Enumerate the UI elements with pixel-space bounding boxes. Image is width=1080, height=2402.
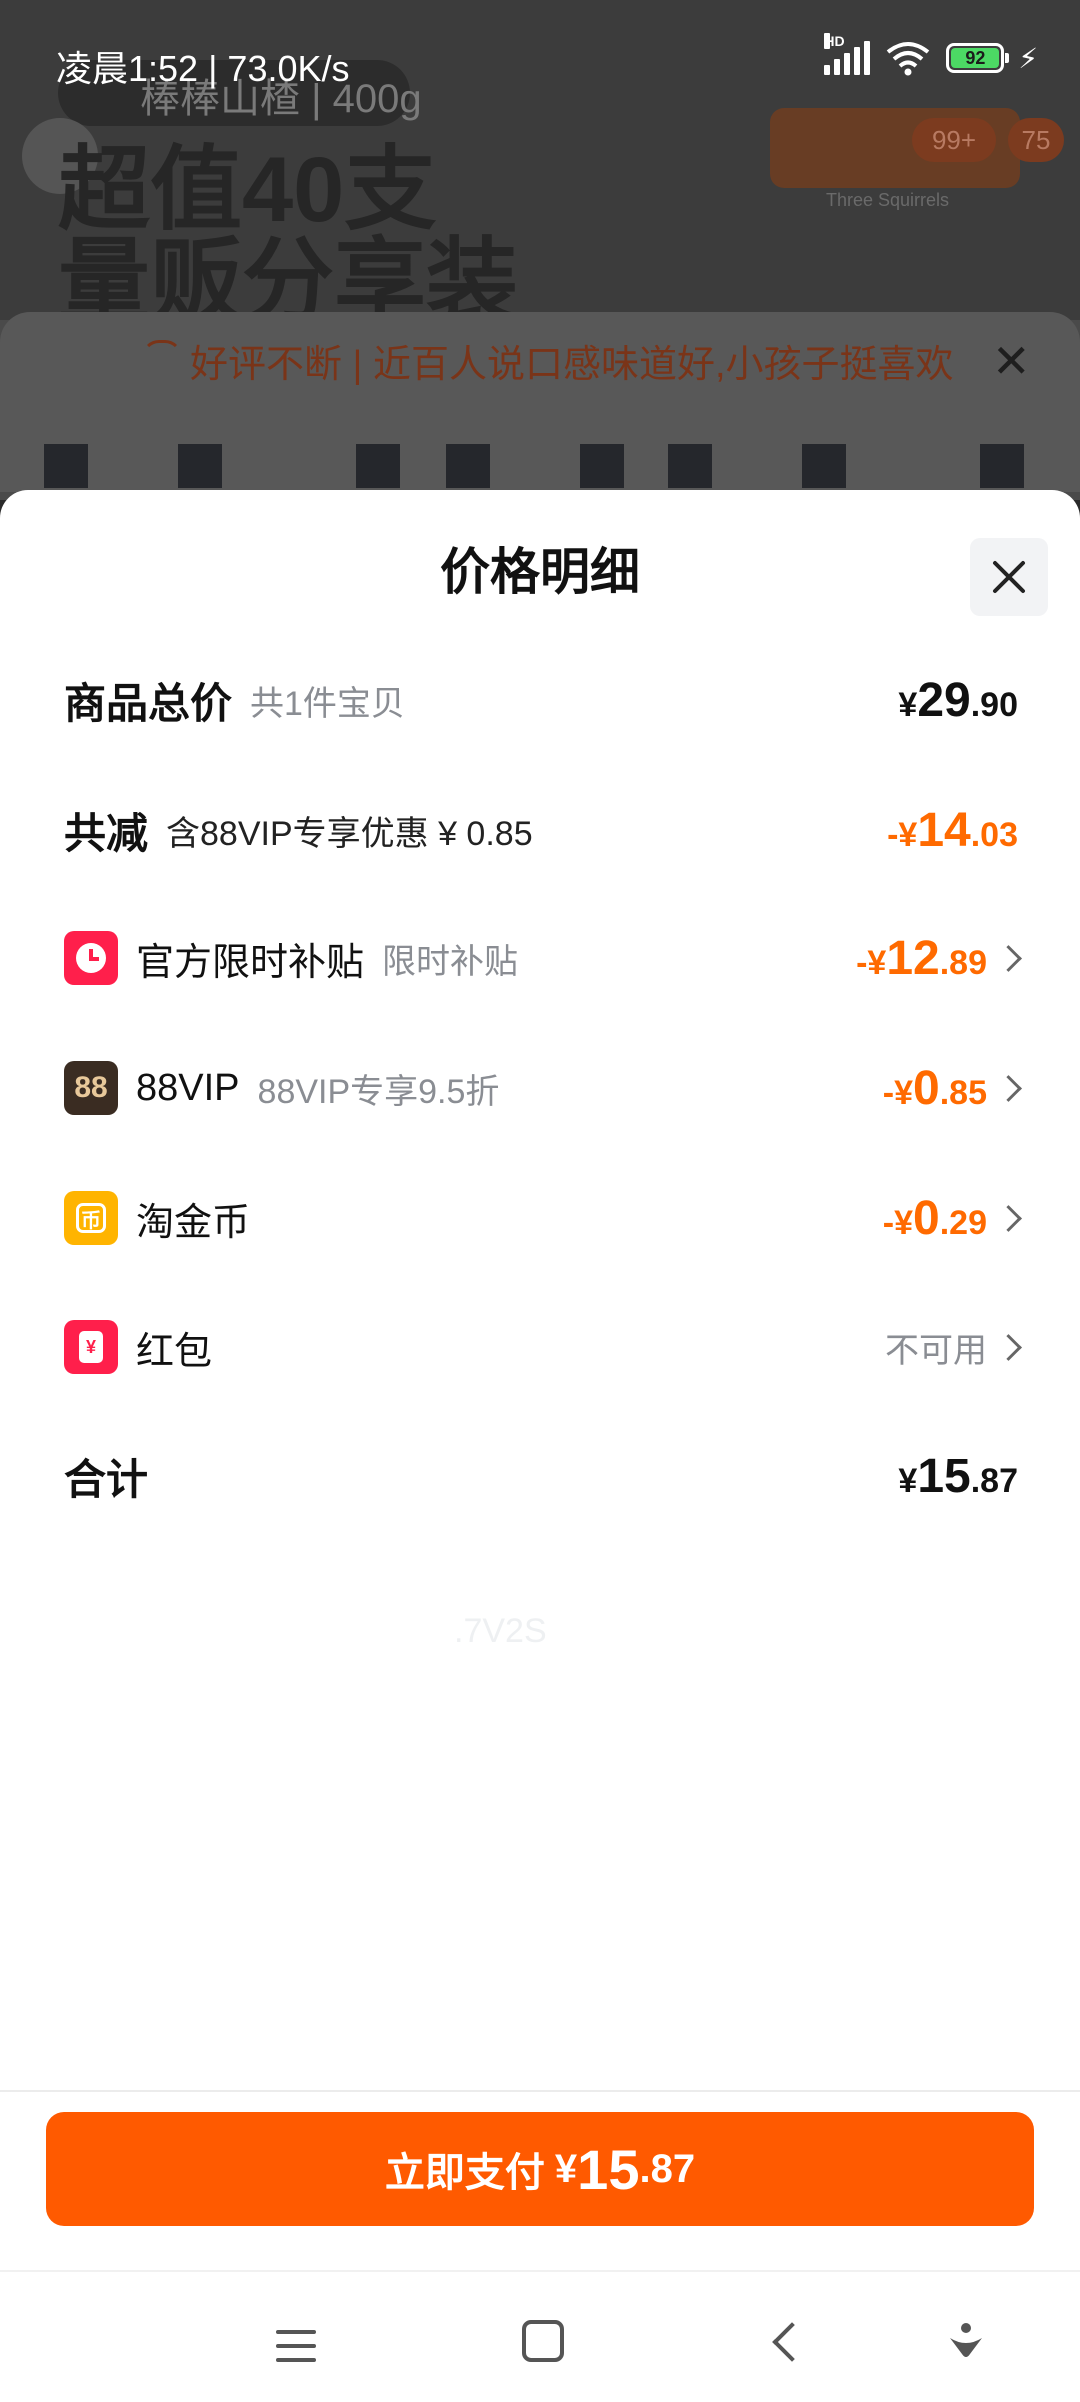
bottom-divider	[0, 2090, 1080, 2092]
signal-icon: HD	[824, 33, 871, 75]
chevron-right-icon	[995, 944, 1022, 972]
wifi-icon	[887, 42, 930, 76]
subsidy-tag: 限时补贴	[382, 942, 519, 981]
vip-amount: -¥ 0.85	[883, 1061, 1022, 1116]
red-packet-icon: ¥	[64, 1320, 118, 1374]
subsidy-amount: -¥ 12.89	[856, 931, 1022, 986]
pay-now-button[interactable]: 立即支付 ¥15.87	[46, 2112, 1034, 2226]
item-count: 共1件宝贝	[250, 684, 405, 723]
discount-note: 含88VIP专享优惠 ¥ 0.85	[166, 814, 533, 853]
brand-subtitle: Three Squirrels	[826, 190, 950, 210]
discount-total-label: 共减	[64, 809, 149, 857]
taojinbi-row[interactable]: 币 淘金币 -¥ 0.29	[64, 1178, 1022, 1258]
sum-row: 合计 ¥15.87	[64, 1436, 1018, 1516]
vip-row[interactable]: 88 88VIP 88VIP专享9.5折 -¥ 0.85	[64, 1048, 1022, 1128]
assistant-button[interactable]	[948, 2320, 984, 2360]
taojinbi-amount: -¥ 0.29	[883, 1191, 1022, 1246]
vip-label: 88VIP	[136, 1066, 240, 1109]
red-packet-row[interactable]: ¥ 红包 不可用	[64, 1307, 1022, 1387]
status-time: 凌晨1:52 | 73.0K/s	[56, 48, 350, 89]
discount-total-amount: -¥ 14.03	[887, 803, 1018, 857]
vip-88-icon: 88	[64, 1061, 118, 1115]
total-price-label: 商品总价	[64, 679, 233, 727]
watermark: .7V2S	[454, 1612, 547, 1650]
charging-icon: ⚡	[1018, 42, 1038, 74]
message-badge: 75	[1008, 118, 1064, 162]
vip-tag: 88VIP专享9.5折	[257, 1072, 500, 1111]
red-packet-status-wrap: 不可用	[885, 1323, 1022, 1372]
tip-close-icon: ✕	[992, 335, 1031, 387]
headline-line1: 超值40支	[58, 139, 437, 241]
chevron-right-icon	[995, 1074, 1022, 1102]
red-packet-label: 红包	[136, 1330, 213, 1373]
subsidy-row[interactable]: 官方限时补贴 限时补贴 -¥ 12.89	[64, 918, 1022, 998]
battery-level: 92	[951, 48, 1000, 68]
close-button[interactable]	[970, 538, 1048, 616]
recent-apps-button[interactable]	[276, 2330, 316, 2372]
chevron-right-icon	[995, 1333, 1022, 1361]
chevron-right-icon	[995, 1204, 1022, 1232]
status-bar: 凌晨1:52 | 73.0K/s HD 92 ⚡	[0, 0, 1080, 110]
close-icon	[993, 561, 1025, 593]
total-price-amount: ¥29.90	[898, 673, 1018, 727]
sheet-title: 价格明细	[440, 544, 640, 600]
total-price-row: 商品总价 共1件宝贝 ¥29.90	[64, 660, 1018, 740]
discount-total-row: 共减 含88VIP专享优惠 ¥ 0.85 -¥ 14.03	[64, 790, 1018, 870]
subsidy-label: 官方限时补贴	[136, 941, 365, 984]
system-nav-bar	[0, 2270, 1080, 2402]
coin-icon: 币	[64, 1191, 118, 1245]
battery-icon: 92	[946, 43, 1010, 73]
review-icon	[142, 340, 182, 380]
cart-badge: 99+	[912, 118, 996, 162]
sum-amount: ¥15.87	[898, 1449, 1018, 1503]
review-tip-text: 好评不断 | 近百人说口感味道好,小孩子挺喜欢	[190, 344, 954, 386]
back-button[interactable]	[772, 2322, 812, 2362]
home-button[interactable]	[522, 2320, 564, 2362]
red-packet-status: 不可用	[885, 1331, 987, 1370]
status-icons: HD 92 ⚡	[824, 33, 1038, 76]
sum-label: 合计	[64, 1455, 149, 1503]
taojinbi-label: 淘金币	[136, 1201, 251, 1244]
clock-icon	[64, 931, 118, 985]
